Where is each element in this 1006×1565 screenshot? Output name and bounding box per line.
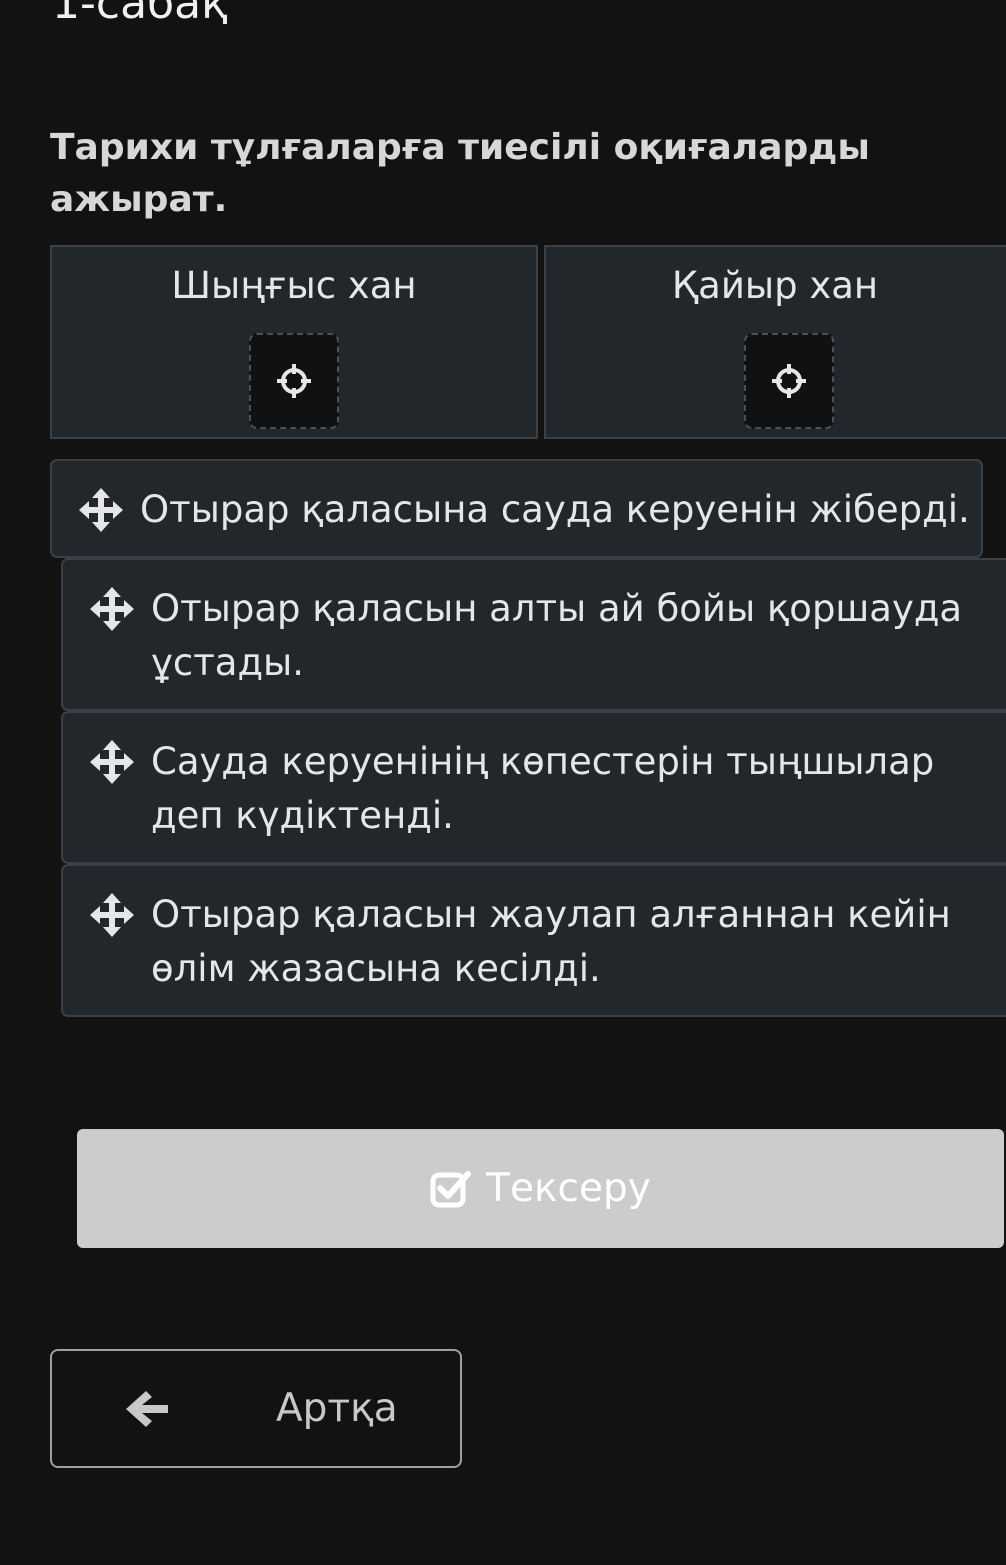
item-text: Отырар қаласына сауда керуенін жіберді. — [140, 488, 970, 531]
check-button[interactable]: Тексеру — [77, 1129, 1004, 1248]
arrow-left-icon — [126, 1391, 168, 1427]
item-text: Отырар қаласын жаулап алғаннан кейін өлі… — [151, 893, 951, 990]
draggable-item[interactable]: Отырар қаласын алты ай бойы қоршауда ұст… — [61, 558, 1006, 711]
move-arrows-icon[interactable] — [90, 740, 134, 784]
back-button[interactable]: Артқа — [50, 1349, 462, 1468]
item-text: Сауда керуенінің көпестерін тыңшылар деп… — [151, 740, 935, 837]
move-arrows-icon[interactable] — [90, 893, 134, 937]
drop-target[interactable] — [249, 333, 339, 429]
move-arrows-icon[interactable] — [90, 587, 134, 631]
drop-zone-qayyr-khan[interactable]: Қайыр хан — [544, 245, 1006, 439]
item-text: Отырар қаласын алты ай бойы қоршауда ұст… — [151, 587, 963, 684]
check-square-icon — [430, 1170, 472, 1207]
crosshair-icon — [277, 364, 311, 398]
draggable-item[interactable]: Сауда керуенінің көпестерін тыңшылар деп… — [61, 711, 1006, 864]
drop-target[interactable] — [744, 333, 834, 429]
back-button-label: Артқа — [276, 1386, 398, 1431]
draggable-item[interactable]: Отырар қаласына сауда керуенін жіберді. — [50, 459, 983, 558]
zone-label: Шыңғыс хан — [171, 264, 417, 307]
question-text: Тарихи тұлғаларға тиесілі оқиғаларды ажы… — [50, 127, 870, 220]
draggable-item[interactable]: Отырар қаласын жаулап алғаннан кейін өлі… — [61, 864, 1006, 1017]
move-arrows-icon[interactable] — [79, 488, 123, 532]
check-button-label: Тексеру — [486, 1166, 651, 1211]
page-title: 1-сабақ — [52, 0, 228, 29]
zone-label: Қайыр хан — [671, 264, 879, 307]
drop-zone-shyngys-khan[interactable]: Шыңғыс хан — [50, 245, 538, 439]
crosshair-icon — [772, 364, 806, 398]
